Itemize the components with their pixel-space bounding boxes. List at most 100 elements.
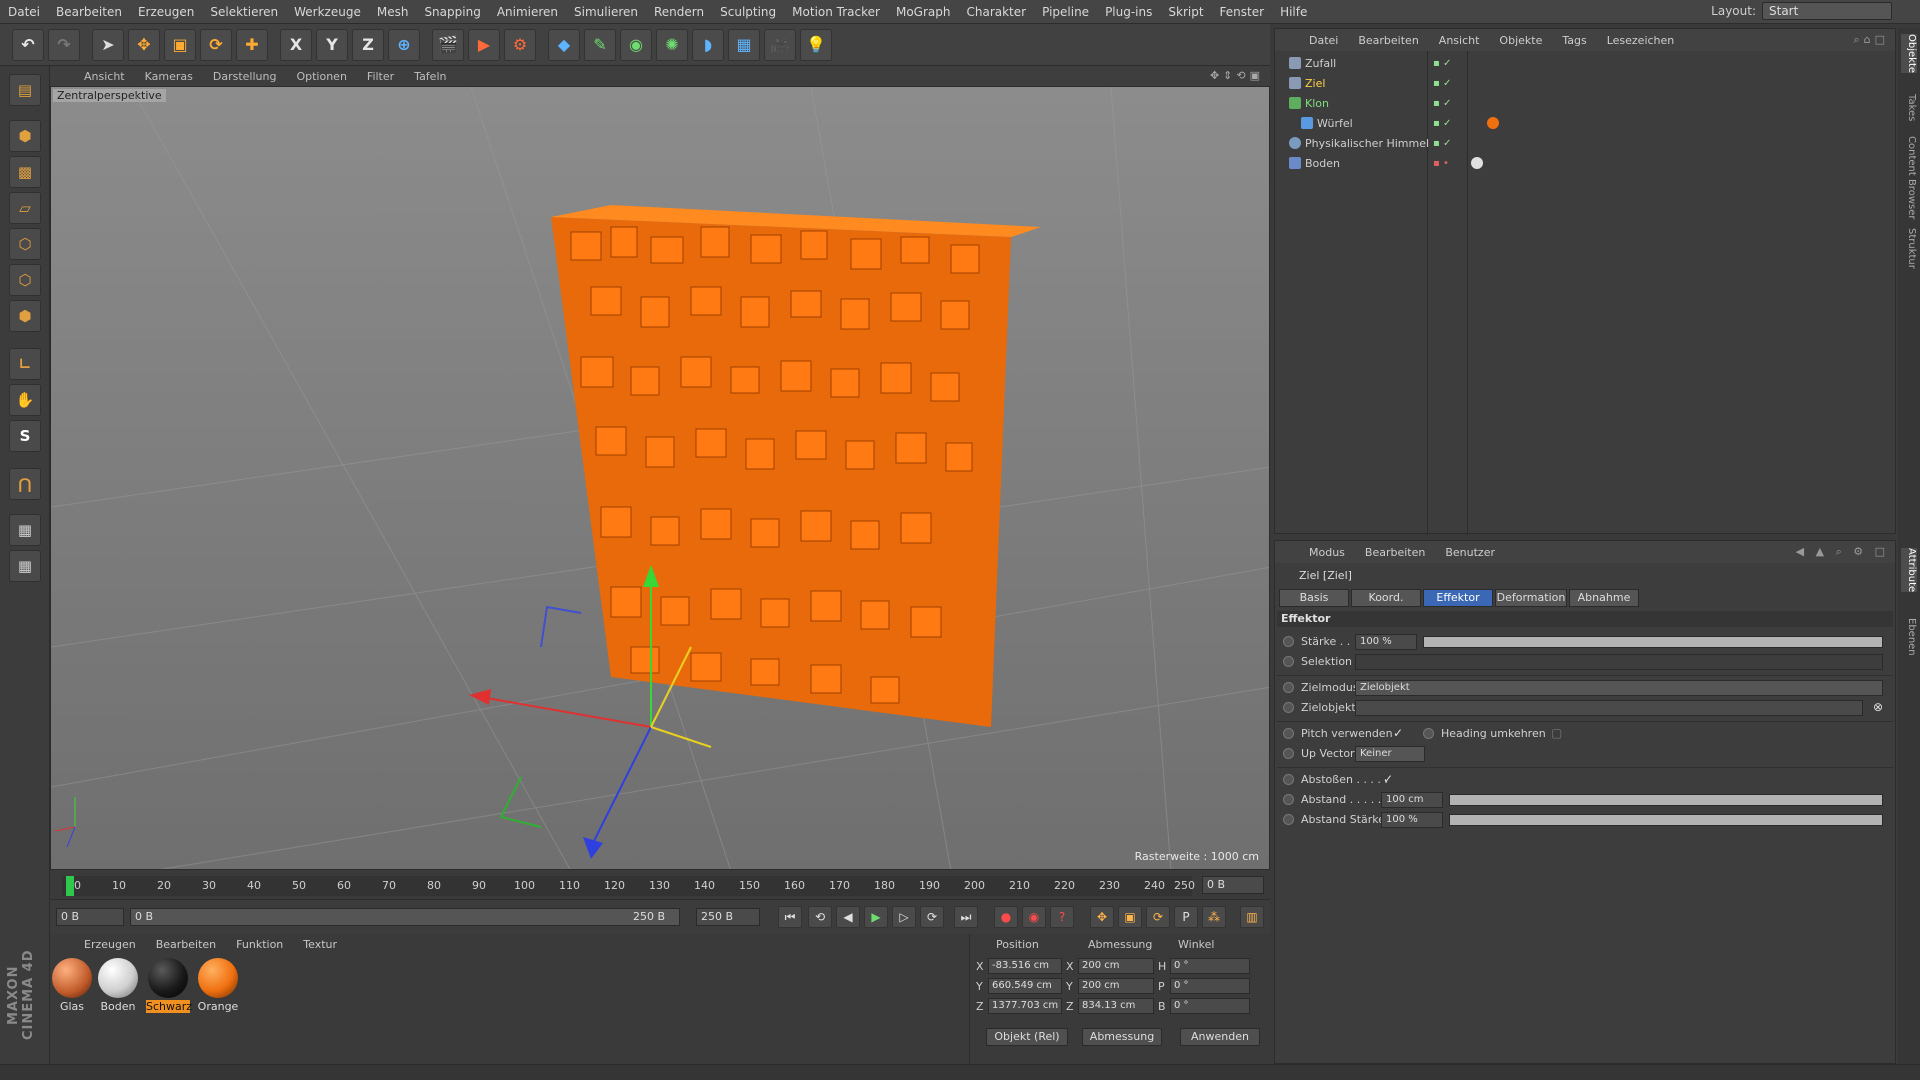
menu-hilfe[interactable]: Hilfe xyxy=(1272,0,1315,24)
dock-tab-struktur[interactable]: Struktur xyxy=(1901,228,1917,269)
tab-basis[interactable]: Basis xyxy=(1279,589,1349,607)
material-menu-textur[interactable]: Textur xyxy=(293,938,347,951)
animate-radio[interactable] xyxy=(1283,728,1294,739)
rotation-b-field[interactable]: 0 ° xyxy=(1170,998,1250,1014)
object-visibility-flags[interactable]: ▪ ✓ xyxy=(1433,78,1451,89)
animate-radio[interactable] xyxy=(1283,774,1294,785)
om-menu-datei[interactable]: Datei xyxy=(1299,34,1348,47)
render-picture-viewer-icon[interactable]: ▶ xyxy=(468,28,500,61)
menu-mograph[interactable]: MoGraph xyxy=(888,0,959,24)
polygons-mode-icon[interactable]: ⬢ xyxy=(9,300,41,332)
texture-mode-icon[interactable]: ▩ xyxy=(9,156,41,188)
tab-koord[interactable]: Koord. xyxy=(1351,589,1421,607)
snap-icon[interactable]: S xyxy=(9,420,41,452)
abstand-staerke-slider[interactable] xyxy=(1449,814,1883,826)
end-frame-field[interactable]: 250 B xyxy=(696,908,760,926)
viewport-menu-ansicht[interactable]: Ansicht xyxy=(74,70,135,83)
position-z-field[interactable]: 1377.703 cm xyxy=(988,998,1062,1014)
viewport-menu-kameras[interactable]: Kameras xyxy=(135,70,203,83)
key-pla-icon[interactable]: ⁂ xyxy=(1202,906,1226,928)
current-frame-field[interactable]: 0 B xyxy=(1202,876,1264,894)
object-visibility-flags[interactable]: ▪ ✓ xyxy=(1433,138,1451,149)
menu-selektieren[interactable]: Selektieren xyxy=(202,0,286,24)
timeline-window-icon[interactable]: ▥ xyxy=(1240,906,1264,928)
animate-radio[interactable] xyxy=(1283,656,1294,667)
viewport-menu-tafeln[interactable]: Tafeln xyxy=(404,70,456,83)
zielmodus-dropdown[interactable]: Zielobjekt xyxy=(1355,680,1883,696)
cube-primitive-icon[interactable]: ◆ xyxy=(548,28,580,61)
go-to-end-icon[interactable]: ⏭ xyxy=(954,906,978,928)
previous-frame-icon[interactable]: ◀ xyxy=(836,906,860,928)
material-tag-icon[interactable] xyxy=(1487,117,1499,129)
menu-erzeugen[interactable]: Erzeugen xyxy=(130,0,202,24)
previous-key-icon[interactable]: ⟲ xyxy=(808,906,832,928)
animate-radio[interactable] xyxy=(1283,748,1294,759)
auto-key-icon[interactable]: ◉ xyxy=(1022,906,1046,928)
select-tool-icon[interactable]: ➤ xyxy=(92,28,124,61)
object-visibility-flags[interactable]: ▪ ✓ xyxy=(1433,58,1451,69)
material-boden[interactable]: Boden xyxy=(96,958,140,1020)
keyframe-selection-icon[interactable]: ? xyxy=(1050,906,1074,928)
menu-bearbeiten[interactable]: Bearbeiten xyxy=(48,0,130,24)
redo-icon[interactable]: ↷ xyxy=(48,28,80,61)
abstand-slider[interactable] xyxy=(1449,794,1883,806)
apply-button[interactable]: Anwenden xyxy=(1180,1028,1260,1046)
attr-navigation-icons[interactable]: ◀ ▲ ⌕ ⚙ □ xyxy=(1796,545,1889,559)
menu-snapping[interactable]: Snapping xyxy=(416,0,488,24)
deformer-icon[interactable]: ◗ xyxy=(692,28,724,61)
menu-pipeline[interactable]: Pipeline xyxy=(1034,0,1097,24)
key-scale-icon[interactable]: ▣ xyxy=(1118,906,1142,928)
attr-menu-modus[interactable]: Modus xyxy=(1299,546,1355,559)
axis-z-button[interactable]: Z xyxy=(352,28,384,61)
attr-menu-bearbeiten[interactable]: Bearbeiten xyxy=(1355,546,1435,559)
timeline-ruler[interactable]: 0 10 20 30 40 50 60 70 80 90 100 110 120… xyxy=(62,876,1195,896)
object-row-wuerfel[interactable]: Würfel ▪ ✓ xyxy=(1275,113,1895,133)
upvector-dropdown[interactable]: Keiner xyxy=(1355,746,1425,762)
3d-viewport[interactable]: Zentralperspektive Rasterweite: 1000 cm xyxy=(50,86,1270,870)
rotation-h-field[interactable]: 0 ° xyxy=(1170,958,1250,974)
pick-object-icon[interactable]: ⊗ xyxy=(1873,700,1887,714)
size-y-field[interactable]: 200 cm xyxy=(1078,978,1154,994)
object-row-zufall[interactable]: Zufall ▪ ✓ xyxy=(1275,53,1895,73)
dock-tab-takes[interactable]: Takes xyxy=(1901,94,1917,121)
dock-tab-content-browser[interactable]: Content Browser xyxy=(1901,136,1917,219)
om-menu-lesezeichen[interactable]: Lesezeichen xyxy=(1597,34,1685,47)
rotate-tool-icon[interactable]: ⟳ xyxy=(200,28,232,61)
subdivision-icon[interactable]: ◉ xyxy=(620,28,652,61)
key-rotation-icon[interactable]: ⟳ xyxy=(1146,906,1170,928)
pitch-checkbox[interactable]: ✓ xyxy=(1393,726,1407,740)
dock-tab-attribute[interactable]: Attribute xyxy=(1901,548,1917,593)
material-orange[interactable]: Orange xyxy=(196,958,240,1020)
menu-plugins[interactable]: Plug-ins xyxy=(1097,0,1160,24)
tab-abnahme[interactable]: Abnahme xyxy=(1569,589,1639,607)
camera-icon[interactable]: 🎥 xyxy=(764,28,796,61)
tab-deformation[interactable]: Deformation xyxy=(1495,589,1567,607)
selektion-field[interactable] xyxy=(1355,654,1883,670)
next-key-icon[interactable]: ⟳ xyxy=(920,906,944,928)
material-menu-erzeugen[interactable]: Erzeugen xyxy=(74,938,146,951)
range-slider[interactable]: 0 B 250 B xyxy=(130,908,680,926)
playhead[interactable] xyxy=(66,876,74,896)
position-x-field[interactable]: -83.516 cm xyxy=(988,958,1062,974)
render-view-icon[interactable]: 🎬 xyxy=(432,28,464,61)
viewport-menu-filter[interactable]: Filter xyxy=(357,70,404,83)
viewport-menu-optionen[interactable]: Optionen xyxy=(286,70,356,83)
om-menu-ansicht[interactable]: Ansicht xyxy=(1429,34,1490,47)
workplane-icon[interactable]: ▱ xyxy=(9,192,41,224)
zielobjekt-link-field[interactable] xyxy=(1355,700,1863,716)
animate-radio[interactable] xyxy=(1283,702,1294,713)
record-icon[interactable]: ● xyxy=(994,906,1018,928)
live-select-icon[interactable]: ✚ xyxy=(236,28,268,61)
abstand-field[interactable]: 100 cm xyxy=(1381,792,1443,808)
material-schwarz[interactable]: Schwarz xyxy=(146,958,192,1020)
undo-icon[interactable]: ↶ xyxy=(12,28,44,61)
menu-sculpting[interactable]: Sculpting xyxy=(712,0,784,24)
menu-rendern[interactable]: Rendern xyxy=(646,0,712,24)
workplane-lock-icon[interactable]: ▦ xyxy=(9,514,41,546)
size-mode-dropdown[interactable]: Abmessung xyxy=(1082,1028,1162,1046)
edges-mode-icon[interactable]: ⬡ xyxy=(9,264,41,296)
render-settings-icon[interactable]: ⚙ xyxy=(504,28,536,61)
object-row-boden[interactable]: Boden ▪ • xyxy=(1275,153,1895,173)
size-x-field[interactable]: 200 cm xyxy=(1078,958,1154,974)
make-editable-icon[interactable]: ▤ xyxy=(9,74,41,106)
